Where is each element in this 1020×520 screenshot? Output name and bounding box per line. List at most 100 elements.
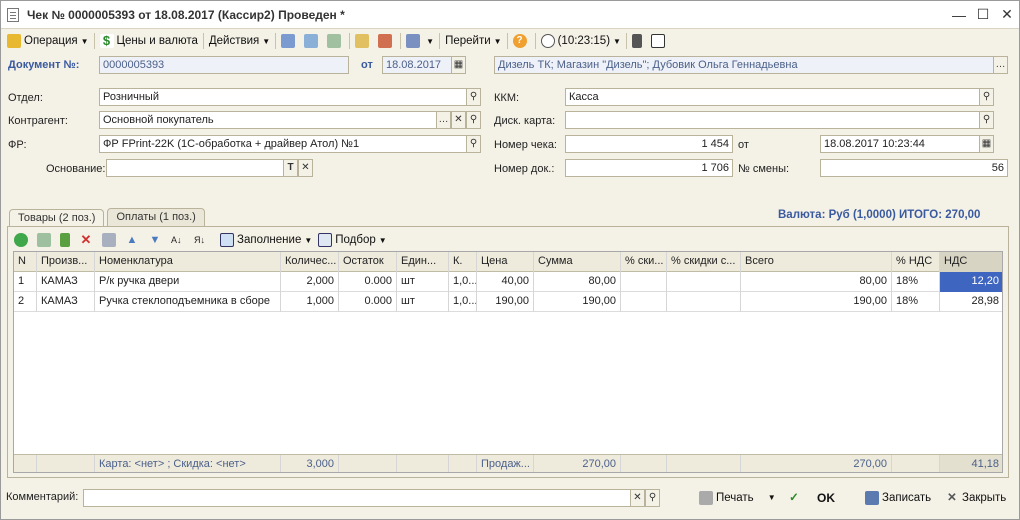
type-icon[interactable]: T [283,159,298,177]
tab-goods[interactable]: Товары (2 поз.) [9,209,105,227]
cell-col-discount[interactable] [621,455,667,472]
osnovanie-field[interactable] [106,159,284,177]
header-col-unit[interactable]: Един... [397,252,449,272]
check-number-field[interactable]: 1 454 [565,135,733,153]
header-col-item[interactable]: Номенклатура [95,252,281,272]
disk-card-field[interactable] [565,111,980,129]
cell-col-n[interactable] [14,455,37,472]
save-button[interactable]: Записать [865,489,931,507]
header-col-discount-sum[interactable]: % скидки с... [667,252,741,272]
cell-col-unit[interactable]: шт [397,272,449,292]
clear-icon[interactable]: ✕ [630,489,645,507]
maximize-button[interactable]: ☐ [971,6,995,23]
goods-table[interactable]: N Произв... Номенклатура Количес... Остаток Е… [13,251,1003,473]
ok-button[interactable]: OK [817,489,835,507]
header-col-discount[interactable]: % ски... [621,252,667,272]
search-icon[interactable]: ⚲ [466,88,481,106]
cell-col-price[interactable]: Продаж... [477,455,534,472]
shift-field[interactable]: 56 [820,159,1008,177]
cell-col-qty[interactable]: 3,000 [281,455,339,472]
delete-icon[interactable]: ✕ [79,233,93,247]
doc-number2-field[interactable]: 1 706 [565,159,733,177]
cell-col-discount-sum[interactable] [667,455,741,472]
cell-col-qty[interactable]: 2,000 [281,272,339,292]
table-row[interactable]: 2 КАМАЗ Ручка стеклоподъемника в сборе 1,00… [14,292,1002,312]
tab-payments[interactable]: Оплаты (1 поз.) [107,208,205,226]
search-icon[interactable]: ⚲ [645,489,660,507]
cell-col-price[interactable]: 190,00 [477,292,534,312]
check-button[interactable]: ✓ [787,489,804,507]
header-col-vat[interactable]: НДС [940,252,1002,272]
check-date-field[interactable]: 18.08.2017 10:23:44 [820,135,980,153]
header-col-n[interactable]: N [14,252,37,272]
header-col-producer[interactable]: Произв... [37,252,95,272]
cell-col-sum[interactable]: 190,00 [534,292,621,312]
kkm-field[interactable]: Касса [565,88,980,106]
cell-col-discount[interactable] [621,272,667,292]
minimize-button[interactable]: — [947,7,971,23]
cell-col-stock[interactable] [339,455,397,472]
move-down-icon[interactable]: ▼ [148,233,162,247]
otdel-field[interactable]: Розничный [99,88,467,106]
structure-button[interactable]: ▼ [403,31,437,51]
cell-col-item[interactable]: Р/к ручка двери [95,272,281,292]
post-document-button[interactable] [278,31,301,51]
cell-col-k[interactable] [449,455,477,472]
clear-icon[interactable]: ✕ [451,111,466,129]
cell-col-discount-sum[interactable] [667,272,741,292]
time-button[interactable]: (10:23:15) ▼ [538,31,624,51]
kontragent-field[interactable]: Основной покупатель [99,111,437,129]
calendar-button[interactable]: ▦ [979,135,994,153]
header-col-total[interactable]: Всего [741,252,892,272]
doc-number-field[interactable]: 0000005393 [99,56,349,74]
select-menu[interactable]: Подбор ▼ [315,230,389,250]
add-icon[interactable] [14,233,28,247]
cell-col-total[interactable]: 190,00 [741,292,892,312]
header-col-qty[interactable]: Количес... [281,252,339,272]
cell-col-n[interactable]: 2 [14,292,37,312]
edit-icon[interactable] [60,233,70,247]
doc-date-field[interactable]: 18.08.2017 [382,56,452,74]
cell-col-vat-rate[interactable]: 18% [892,272,940,292]
header-col-k[interactable]: К. [449,252,477,272]
cell-col-qty[interactable]: 1,000 [281,292,339,312]
fill-menu[interactable]: Заполнение ▼ [217,230,315,250]
organization-select-button[interactable]: … [993,56,1008,74]
comment-field[interactable] [83,489,631,507]
prices-currency-button[interactable]: $ Цены и валюта [97,31,201,51]
cell-col-sum[interactable]: 80,00 [534,272,621,292]
cell-col-unit[interactable] [397,455,449,472]
move-up-icon[interactable]: ▲ [125,233,139,247]
cell-col-price[interactable]: 40,00 [477,272,534,292]
cell-col-unit[interactable]: шт [397,292,449,312]
fr-field[interactable]: ФР FPrint-22K (1С-обработка + драйвер Ат… [99,135,467,153]
clear-icon[interactable]: ✕ [298,159,313,177]
cell-col-producer[interactable] [37,455,95,472]
search-icon[interactable]: ⚲ [466,135,481,153]
copy-row-icon[interactable] [37,233,51,247]
movements-button[interactable] [629,31,648,51]
search-icon[interactable]: ⚲ [979,111,994,129]
close-button[interactable]: ✕ Закрыть [945,489,1006,507]
close-window-button[interactable]: ✕ [995,6,1019,23]
goto-menu[interactable]: Перейти ▼ [442,31,505,51]
calendar-button[interactable]: ▦ [451,56,466,74]
end-edit-icon[interactable] [102,233,116,247]
print-button[interactable]: Печать ▼ [699,489,776,507]
cell-col-discount-sum[interactable] [667,292,741,312]
header-col-stock[interactable]: Остаток [339,252,397,272]
cell-col-total[interactable]: 80,00 [741,272,892,292]
create-based-on-button[interactable] [352,31,375,51]
header-col-price[interactable]: Цена [477,252,534,272]
cell-col-k[interactable]: 1,0... [449,292,477,312]
cell-col-vat[interactable]: 12,20 [940,272,1002,292]
cell-col-item[interactable]: Ручка стеклоподъемника в сборе [95,292,281,312]
journal-button[interactable] [648,31,671,51]
header-col-sum[interactable]: Сумма [534,252,621,272]
table-row[interactable]: 1 КАМАЗ Р/к ручка двери 2,000 0.000 шт 1,0... 4… [14,272,1002,292]
refresh-button[interactable] [301,31,324,51]
help-button[interactable]: ? [510,31,533,51]
sort-desc-icon[interactable]: Я↓ [194,233,208,247]
cell-col-vat[interactable]: 28,98 [940,292,1002,312]
kontragent-select-button[interactable]: … [436,111,451,129]
